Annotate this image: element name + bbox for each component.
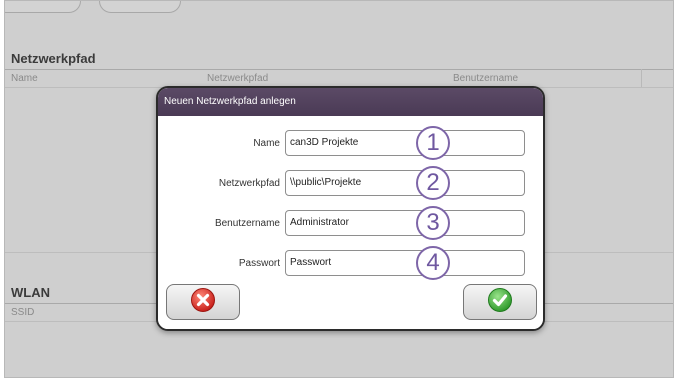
name-field[interactable]: can3D Projekte <box>285 130 525 156</box>
cancel-button[interactable] <box>166 284 240 320</box>
name-label: Name <box>253 138 280 149</box>
top-tab-left[interactable] <box>5 1 81 13</box>
red-x-circle-icon <box>190 287 216 318</box>
netzwerkpfad-label: Netzwerkpfad <box>218 178 280 189</box>
dialog-title: Neuen Netzwerkpfad anlegen <box>158 88 543 116</box>
new-network-path-dialog: Neuen Netzwerkpfad anlegen Name can3D Pr… <box>156 86 545 331</box>
marker-3: 3 <box>416 206 450 240</box>
confirm-button[interactable] <box>463 284 537 320</box>
column-header-name[interactable]: Name <box>11 73 38 84</box>
benutzername-field[interactable]: Administrator <box>285 210 525 236</box>
top-tab-right[interactable] <box>99 1 181 13</box>
column-divider <box>641 69 642 87</box>
passwort-label: Passwort <box>238 258 280 269</box>
passwort-field[interactable]: Passwort <box>285 250 525 276</box>
wlan-section-title: WLAN <box>11 285 50 300</box>
benutzername-label: Benutzername <box>214 218 280 229</box>
netzwerkpfad-field[interactable]: \\public\Projekte <box>285 170 525 196</box>
column-header-ssid[interactable]: SSID <box>11 307 34 318</box>
network-section-title: Netzwerkpfad <box>11 51 96 66</box>
column-header-benutzername[interactable]: Benutzername <box>453 73 518 84</box>
network-header-divider <box>5 69 673 70</box>
column-header-netzwerkpfad[interactable]: Netzwerkpfad <box>207 73 268 84</box>
marker-1: 1 <box>416 126 450 160</box>
green-check-circle-icon <box>487 287 513 318</box>
dialog-body: Name can3D Projekte 1 Netzwerkpfad \\pub… <box>158 116 543 329</box>
marker-2: 2 <box>416 166 450 200</box>
marker-4: 4 <box>416 246 450 280</box>
